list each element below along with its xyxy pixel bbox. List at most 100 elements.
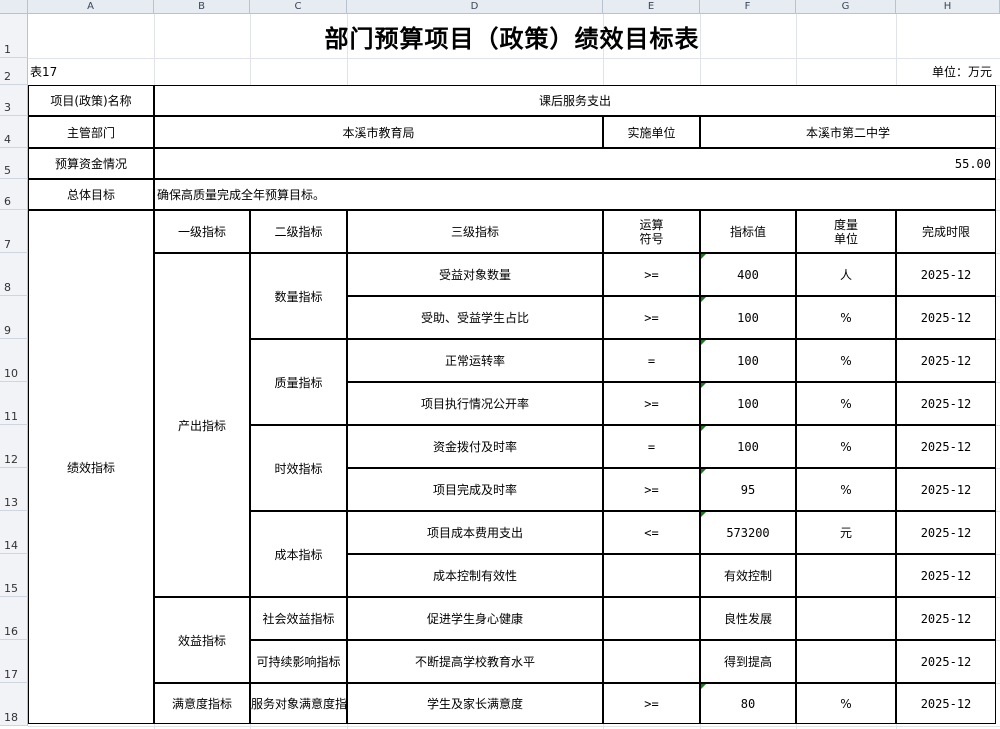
column-header-d[interactable]: D	[347, 0, 603, 14]
row-header-2[interactable]: 2	[0, 58, 28, 85]
header-level2[interactable]: 二级指标	[250, 210, 347, 253]
level2-quality[interactable]: 质量指标	[250, 339, 347, 425]
goal-label[interactable]: 总体目标	[28, 179, 154, 210]
indicator-unit[interactable]: 人	[796, 253, 896, 296]
indicator-operator[interactable]: <=	[603, 511, 700, 554]
indicator-deadline[interactable]: 2025-12	[896, 468, 996, 511]
column-header-a[interactable]: A	[28, 0, 154, 14]
row-header-17[interactable]: 17	[0, 640, 28, 683]
row-header-13[interactable]: 13	[0, 468, 28, 511]
column-header-g[interactable]: G	[796, 0, 896, 14]
column-header-h[interactable]: H	[896, 0, 1000, 14]
project-name-value[interactable]: 课后服务支出	[154, 85, 996, 116]
indicator-unit[interactable]	[796, 554, 896, 597]
table-number[interactable]: 表17	[28, 58, 150, 85]
row-header-10[interactable]: 10	[0, 339, 28, 382]
indicator-value[interactable]: 400	[700, 253, 796, 296]
header-operator[interactable]: 运算 符号	[603, 210, 700, 253]
indicator-level3[interactable]: 资金拨付及时率	[347, 425, 603, 468]
indicator-operator[interactable]: >=	[603, 468, 700, 511]
indicator-deadline[interactable]: 2025-12	[896, 339, 996, 382]
row-header-16[interactable]: 16	[0, 597, 28, 640]
row-header-8[interactable]: 8	[0, 253, 28, 296]
impl-label[interactable]: 实施单位	[603, 116, 700, 148]
indicator-operator[interactable]: =	[603, 339, 700, 382]
indicator-value[interactable]: 良性发展	[700, 597, 796, 640]
level1-benefit[interactable]: 效益指标	[154, 597, 250, 683]
indicator-value[interactable]: 80	[700, 683, 796, 724]
indicator-level3[interactable]: 成本控制有效性	[347, 554, 603, 597]
header-unit[interactable]: 度量 单位	[796, 210, 896, 253]
indicator-deadline[interactable]: 2025-12	[896, 511, 996, 554]
project-name-label[interactable]: 项目(政策)名称	[28, 85, 154, 116]
row-header-5[interactable]: 5	[0, 148, 28, 179]
indicator-operator[interactable]	[603, 554, 700, 597]
dept-label[interactable]: 主管部门	[28, 116, 154, 148]
header-level1[interactable]: 一级指标	[154, 210, 250, 253]
level1-output[interactable]: 产出指标	[154, 253, 250, 597]
indicator-value[interactable]: 有效控制	[700, 554, 796, 597]
row-header-18[interactable]: 18	[0, 683, 28, 726]
indicator-unit[interactable]: %	[796, 683, 896, 724]
indicator-unit[interactable]: %	[796, 425, 896, 468]
indicator-level3[interactable]: 不断提高学校教育水平	[347, 640, 603, 683]
indicator-level3[interactable]: 项目成本费用支出	[347, 511, 603, 554]
indicator-operator[interactable]	[603, 597, 700, 640]
indicator-value[interactable]: 573200	[700, 511, 796, 554]
indicator-deadline[interactable]: 2025-12	[896, 253, 996, 296]
budget-label[interactable]: 预算资金情况	[28, 148, 154, 179]
indicator-value[interactable]: 100	[700, 425, 796, 468]
perf-label[interactable]: 绩效指标	[28, 210, 154, 724]
indicator-value[interactable]: 100	[700, 382, 796, 425]
indicator-operator[interactable]	[603, 640, 700, 683]
impl-value[interactable]: 本溪市第二中学	[700, 116, 996, 148]
indicator-deadline[interactable]: 2025-12	[896, 554, 996, 597]
indicator-deadline[interactable]: 2025-12	[896, 425, 996, 468]
select-all-corner[interactable]	[0, 0, 28, 14]
header-level3[interactable]: 三级指标	[347, 210, 603, 253]
level2-social[interactable]: 社会效益指标	[250, 597, 347, 640]
indicator-deadline[interactable]: 2025-12	[896, 683, 996, 724]
row-header-9[interactable]: 9	[0, 296, 28, 339]
indicator-unit[interactable]: %	[796, 468, 896, 511]
indicator-unit[interactable]	[796, 597, 896, 640]
indicator-unit[interactable]: %	[796, 382, 896, 425]
column-header-e[interactable]: E	[603, 0, 700, 14]
indicator-level3[interactable]: 受益对象数量	[347, 253, 603, 296]
indicator-level3[interactable]: 项目完成及时率	[347, 468, 603, 511]
row-header-12[interactable]: 12	[0, 425, 28, 468]
row-header-11[interactable]: 11	[0, 382, 28, 425]
indicator-level3[interactable]: 受助、受益学生占比	[347, 296, 603, 339]
indicator-unit[interactable]: 元	[796, 511, 896, 554]
column-header-f[interactable]: F	[700, 0, 796, 14]
page-title[interactable]: 部门预算项目（政策）绩效目标表	[28, 14, 996, 58]
indicator-unit[interactable]	[796, 640, 896, 683]
indicator-deadline[interactable]: 2025-12	[896, 382, 996, 425]
indicator-value[interactable]: 100	[700, 296, 796, 339]
indicator-unit[interactable]: %	[796, 339, 896, 382]
indicator-operator[interactable]: =	[603, 425, 700, 468]
indicator-deadline[interactable]: 2025-12	[896, 597, 996, 640]
indicator-deadline[interactable]: 2025-12	[896, 640, 996, 683]
indicator-level3[interactable]: 正常运转率	[347, 339, 603, 382]
header-deadline[interactable]: 完成时限	[896, 210, 996, 253]
goal-value[interactable]: 确保高质量完成全年预算目标。	[154, 179, 996, 210]
dept-value[interactable]: 本溪市教育局	[154, 116, 603, 148]
indicator-level3[interactable]: 学生及家长满意度	[347, 683, 603, 724]
header-value[interactable]: 指标值	[700, 210, 796, 253]
indicator-deadline[interactable]: 2025-12	[896, 296, 996, 339]
row-header-15[interactable]: 15	[0, 554, 28, 597]
row-header-4[interactable]: 4	[0, 116, 28, 148]
column-header-b[interactable]: B	[154, 0, 250, 14]
indicator-operator[interactable]: >=	[603, 382, 700, 425]
level2-service-satisfaction[interactable]: 服务对象满意度指标	[250, 683, 347, 724]
indicator-operator[interactable]: >=	[603, 683, 700, 724]
column-header-c[interactable]: C	[250, 0, 347, 14]
row-header-1[interactable]: 1	[0, 14, 28, 58]
indicator-value[interactable]: 95	[700, 468, 796, 511]
row-header-6[interactable]: 6	[0, 179, 28, 210]
level2-sustainable[interactable]: 可持续影响指标	[250, 640, 347, 683]
indicator-value[interactable]: 100	[700, 339, 796, 382]
indicator-operator[interactable]: >=	[603, 296, 700, 339]
indicator-level3[interactable]: 促进学生身心健康	[347, 597, 603, 640]
